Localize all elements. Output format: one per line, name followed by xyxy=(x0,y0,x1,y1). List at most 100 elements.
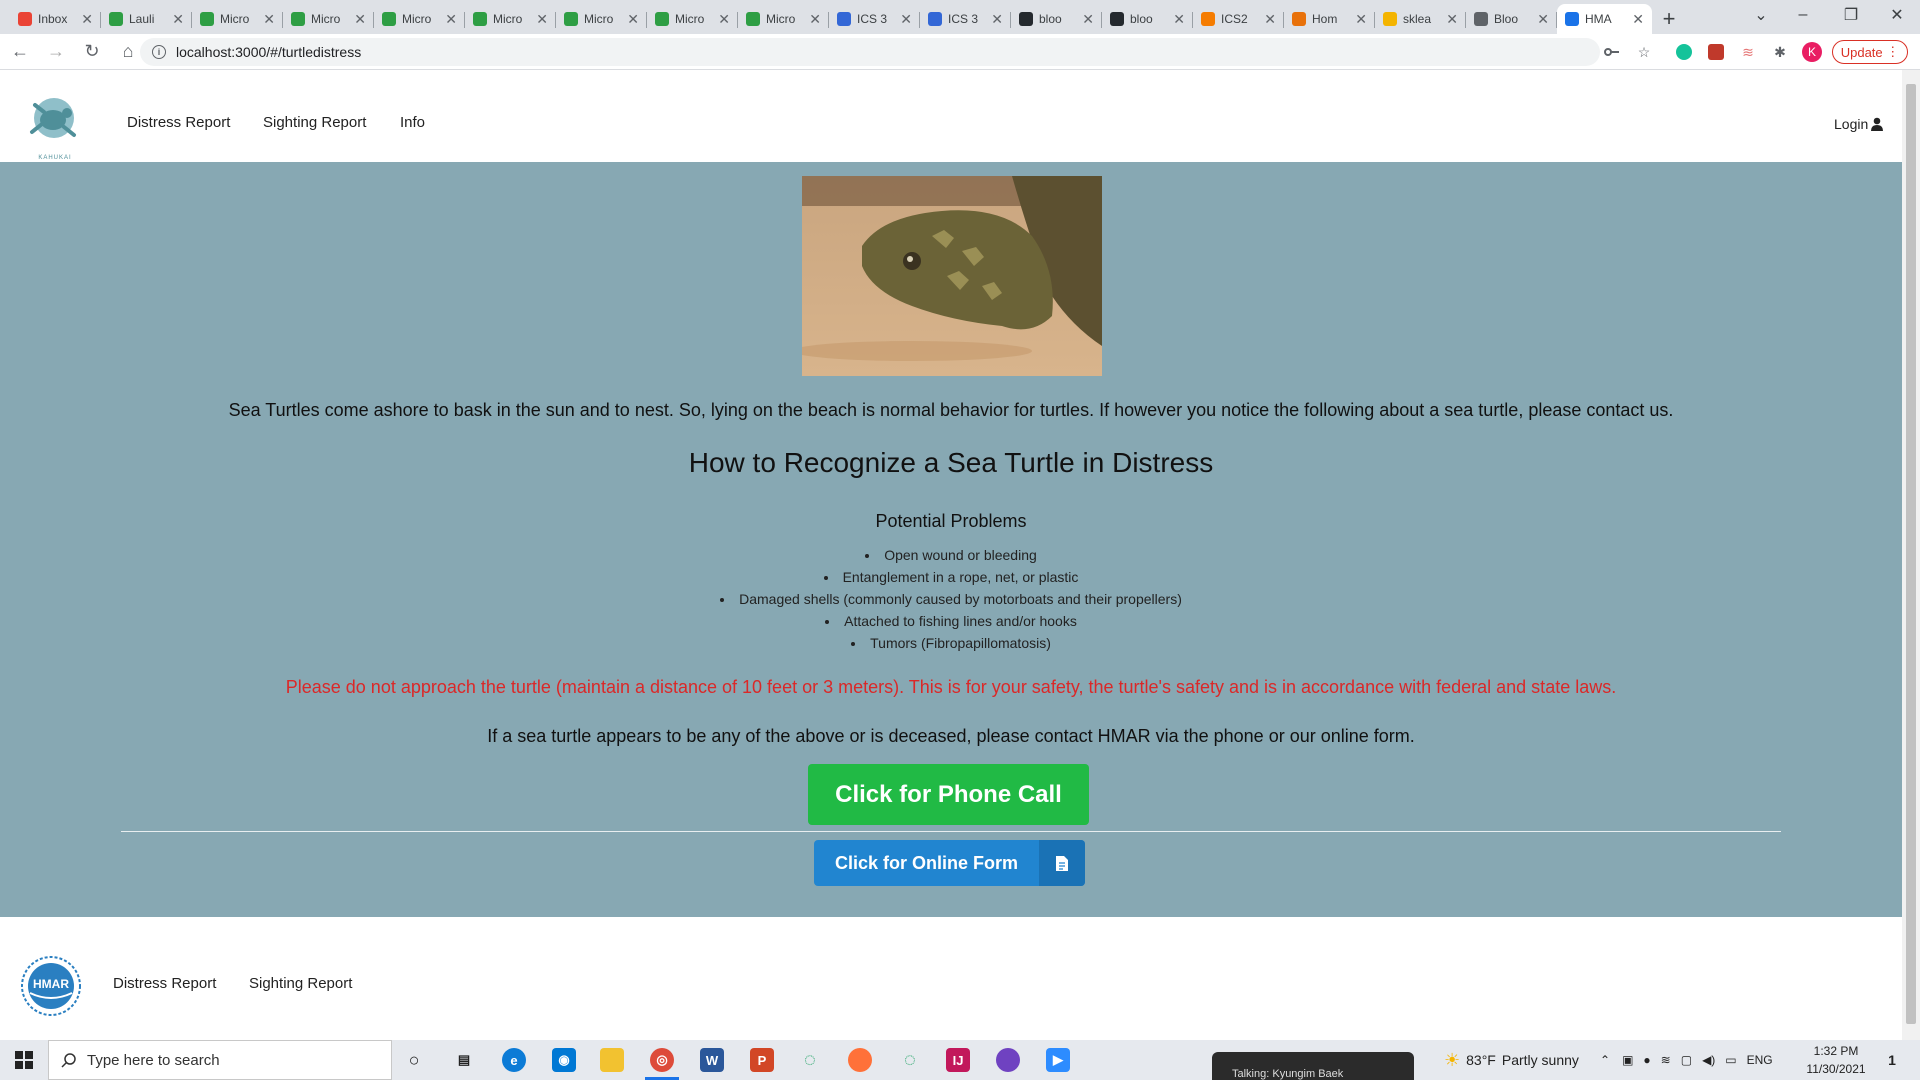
taskbar-clock[interactable]: 1:32 PM 11/30/2021 xyxy=(1800,1042,1872,1078)
login-button[interactable]: Login xyxy=(1834,116,1884,132)
tab-title: Bloo xyxy=(1494,12,1519,26)
network-icon[interactable]: ≋ xyxy=(1661,1053,1671,1067)
language-indicator[interactable]: ENG xyxy=(1747,1053,1773,1067)
hmar-logo[interactable]: HMAR xyxy=(20,955,82,1017)
jetbrains-icon[interactable]: IJ xyxy=(946,1048,970,1072)
microphone-icon[interactable]: ● xyxy=(1643,1053,1650,1067)
browser-tab[interactable]: bloo ✕ xyxy=(1102,4,1193,34)
site-header: KAHUKAI Distress Report Sighting Report … xyxy=(0,70,1902,162)
sync-app-icon[interactable]: ◌ xyxy=(798,1048,822,1072)
online-form-button[interactable]: Click for Online Form xyxy=(814,840,1085,886)
footer-distress-report[interactable]: Distress Report xyxy=(113,975,216,992)
profile-avatar[interactable]: K xyxy=(1802,42,1822,62)
restore-button[interactable]: ❐ xyxy=(1828,0,1874,30)
browser-tab[interactable]: Micro ✕ xyxy=(738,4,829,34)
update-button[interactable]: Update ⋮ xyxy=(1832,40,1908,64)
task-view-icon[interactable]: ▤ xyxy=(452,1048,476,1072)
bookmark-star-icon[interactable]: ☆ xyxy=(1634,42,1654,62)
back-icon[interactable]: ← xyxy=(4,38,36,66)
close-tab-icon[interactable]: ✕ xyxy=(536,11,548,28)
github-icon xyxy=(1019,12,1033,26)
chevron-up-icon[interactable]: ⌃ xyxy=(1600,1053,1610,1067)
close-tab-icon[interactable]: ✕ xyxy=(991,11,1003,28)
close-tab-icon[interactable]: ✕ xyxy=(1173,11,1185,28)
tab-active[interactable]: HMA ✕ xyxy=(1557,4,1652,34)
close-tab-icon[interactable]: ✕ xyxy=(354,11,366,28)
address-bar[interactable]: i localhost:3000/#/turtledistress xyxy=(140,38,1600,66)
kahukai-logo[interactable]: KAHUKAI xyxy=(26,94,84,161)
forward-icon[interactable]: → xyxy=(40,38,72,66)
chrome-icon[interactable]: ◎ xyxy=(650,1048,674,1072)
new-tab-button[interactable]: + xyxy=(1652,4,1686,34)
minimize-button[interactable]: – xyxy=(1780,0,1826,30)
display-icon[interactable]: ▢ xyxy=(1681,1053,1692,1067)
browser-tab[interactable]: Micro ✕ xyxy=(647,4,738,34)
phone-call-button[interactable]: Click for Phone Call xyxy=(808,764,1089,825)
close-tab-icon[interactable]: ✕ xyxy=(263,11,275,28)
browser-tab[interactable]: Hom ✕ xyxy=(1284,4,1375,34)
browser-tab[interactable]: ICS 3 ✕ xyxy=(829,4,920,34)
store-icon[interactable]: ◉ xyxy=(552,1048,576,1072)
weather-widget[interactable]: ☀ 83°F Partly sunny xyxy=(1444,1040,1579,1080)
edge-icon[interactable]: e xyxy=(502,1048,526,1072)
browser-tab[interactable]: ICS2 ✕ xyxy=(1193,4,1284,34)
taskbar-search-box[interactable]: Type here to search xyxy=(48,1040,392,1080)
camera-icon[interactable]: ▣ xyxy=(1622,1053,1633,1067)
extension-icon[interactable] xyxy=(1706,42,1726,62)
notification-icon[interactable]: 1 xyxy=(1880,1048,1904,1072)
grammarly-extension-icon[interactable] xyxy=(1674,42,1694,62)
close-tab-icon[interactable]: ✕ xyxy=(1632,11,1644,28)
footer-sighting-report[interactable]: Sighting Report xyxy=(249,975,352,992)
close-tab-icon[interactable]: ✕ xyxy=(718,11,730,28)
teams-call-popup[interactable]: Talking: Kyungim Baek xyxy=(1212,1052,1414,1080)
powerpoint-icon[interactable]: P xyxy=(750,1048,774,1072)
close-tab-icon[interactable]: ✕ xyxy=(1537,11,1549,28)
nav-info[interactable]: Info xyxy=(400,114,425,131)
nav-distress-report[interactable]: Distress Report xyxy=(127,114,230,131)
close-window-button[interactable]: ✕ xyxy=(1874,0,1920,30)
contact-instructions: If a sea turtle appears to be any of the… xyxy=(487,726,1415,746)
browser-tab[interactable]: Lauli ✕ xyxy=(101,4,192,34)
browser-tab[interactable]: Bloo ✕ xyxy=(1466,4,1557,34)
close-tab-icon[interactable]: ✕ xyxy=(1264,11,1276,28)
key-icon[interactable] xyxy=(1602,42,1622,62)
browser-tab[interactable]: ICS 3 ✕ xyxy=(920,4,1011,34)
browser-tab[interactable]: Micro ✕ xyxy=(556,4,647,34)
browser-toolbar: ← → ↻ ⌂ i localhost:3000/#/turtledistres… xyxy=(0,34,1920,70)
browser-tab[interactable]: Micro ✕ xyxy=(283,4,374,34)
browser-tab[interactable]: bloo ✕ xyxy=(1011,4,1102,34)
site-info-icon[interactable]: i xyxy=(152,45,166,59)
reload-icon[interactable]: ↻ xyxy=(76,38,108,66)
close-tab-icon[interactable]: ✕ xyxy=(81,11,93,28)
browser-tab[interactable]: sklea ✕ xyxy=(1375,4,1466,34)
close-tab-icon[interactable]: ✕ xyxy=(809,11,821,28)
close-tab-icon[interactable]: ✕ xyxy=(900,11,912,28)
browser-tab[interactable]: Micro ✕ xyxy=(192,4,283,34)
extension-wave-icon[interactable]: ≋ xyxy=(1738,42,1758,62)
nav-sighting-report[interactable]: Sighting Report xyxy=(263,114,366,131)
battery-icon[interactable]: ▭ xyxy=(1725,1053,1736,1067)
browser-tab[interactable]: Micro ✕ xyxy=(465,4,556,34)
firefox-icon[interactable] xyxy=(848,1048,872,1072)
app-circle-icon[interactable]: ◌ xyxy=(898,1048,922,1072)
page-scrollbar[interactable] xyxy=(1902,70,1920,1040)
scrollbar-thumb[interactable] xyxy=(1906,84,1916,1024)
file-explorer-icon[interactable] xyxy=(600,1048,624,1072)
close-tab-icon[interactable]: ✕ xyxy=(172,11,184,28)
word-icon[interactable]: W xyxy=(700,1048,724,1072)
browser-tab[interactable]: Inbox ✕ xyxy=(10,4,101,34)
volume-icon[interactable]: ◀) xyxy=(1702,1053,1715,1067)
windows-start-icon[interactable] xyxy=(0,1040,48,1080)
zoom-icon[interactable]: ▶ xyxy=(1046,1048,1070,1072)
close-tab-icon[interactable]: ✕ xyxy=(1446,11,1458,28)
close-tab-icon[interactable]: ✕ xyxy=(1082,11,1094,28)
search-icon xyxy=(61,1053,76,1068)
close-tab-icon[interactable]: ✕ xyxy=(627,11,639,28)
tab-search-icon[interactable]: ⌄ xyxy=(1738,0,1784,30)
cortana-icon[interactable]: ○ xyxy=(402,1048,426,1072)
browser-tab[interactable]: Micro ✕ xyxy=(374,4,465,34)
github-desktop-icon[interactable] xyxy=(996,1048,1020,1072)
extensions-puzzle-icon[interactable]: ✱ xyxy=(1770,42,1790,62)
close-tab-icon[interactable]: ✕ xyxy=(445,11,457,28)
close-tab-icon[interactable]: ✕ xyxy=(1355,11,1367,28)
